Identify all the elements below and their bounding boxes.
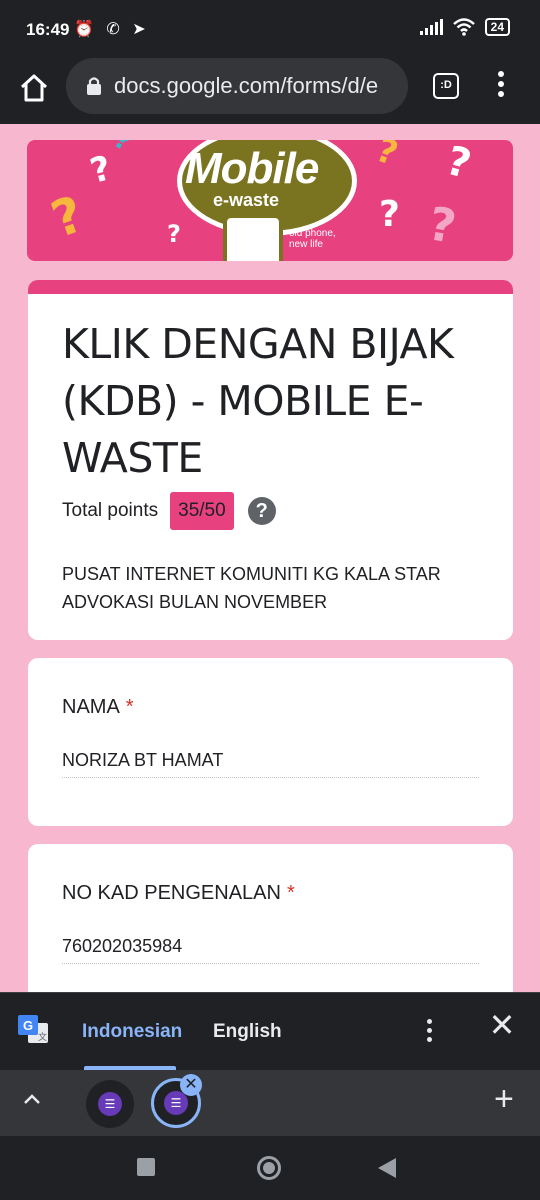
question-mark-decoration: ?: [424, 196, 461, 254]
more-vert-icon[interactable]: [423, 1019, 435, 1047]
description-line: PUSAT INTERNET KOMUNITI KG KALA STAR: [62, 564, 441, 584]
home-nav-icon[interactable]: [257, 1156, 281, 1180]
required-mark: *: [286, 882, 295, 904]
question-label: NAMA *: [62, 696, 134, 719]
form-header-banner: ? ? ? ? ? ? ? ? Mobile e-waste old phone…: [27, 140, 513, 261]
language-tab-target[interactable]: English: [213, 1021, 282, 1043]
question-label: NO KAD PENGENALAN *: [62, 882, 295, 905]
tab-close-icon[interactable]: ✕: [180, 1074, 202, 1096]
answer-field: 760202035984: [62, 936, 479, 964]
help-icon[interactable]: ?: [247, 497, 276, 525]
question-mark-decoration: ?: [370, 140, 403, 175]
points-badge: 35/50: [170, 492, 234, 530]
google-translate-icon: G 文: [18, 1015, 48, 1043]
form-description: PUSAT INTERNET KOMUNITI KG KALA STAR ADV…: [62, 560, 482, 616]
close-icon[interactable]: ✕: [488, 1009, 516, 1041]
back-icon[interactable]: [378, 1158, 396, 1178]
question-card-nama: NAMA * NORIZA BT HAMAT: [28, 658, 513, 826]
svg-text:文: 文: [38, 1031, 47, 1042]
language-tab-source[interactable]: Indonesian: [82, 1021, 182, 1043]
description-line: ADVOKASI BULAN NOVEMBER: [62, 592, 328, 612]
status-bar: 16:49 ⏰ ✆ ➤ 24: [0, 0, 540, 58]
total-points-row: Total points 35/50 ?: [62, 492, 276, 530]
svg-text:G: G: [23, 1018, 33, 1033]
new-tab-button[interactable]: +: [494, 1082, 514, 1116]
translate-bar: G 文 Indonesian English ✕: [0, 992, 540, 1070]
question-mark-decoration: ?: [441, 140, 476, 189]
points-label: Total points: [62, 500, 159, 521]
question-mark-decoration: ?: [379, 194, 400, 235]
signal-icon: [419, 19, 443, 35]
home-icon[interactable]: [18, 72, 50, 104]
system-navigation-bar: [0, 1136, 540, 1200]
question-mark-decoration: ?: [86, 148, 116, 192]
notification-icons: ⏰ ✆ ➤: [74, 21, 150, 38]
battery-icon: 24: [484, 18, 510, 36]
form-title: KLIK DENGAN BIJAK (KDB) - MOBILE E-WASTE: [62, 320, 454, 482]
question-text: NAMA: [62, 696, 120, 718]
wifi-icon: [452, 18, 475, 36]
question-mark-decoration: ?: [167, 220, 181, 248]
logo-subtext: e-waste: [213, 190, 280, 210]
more-vert-icon[interactable]: [494, 71, 508, 101]
forms-icon: ☰: [98, 1092, 122, 1116]
url-bar[interactable]: docs.google.com/forms/d/e: [66, 58, 408, 114]
question-text: NO KAD PENGENALAN: [62, 882, 281, 904]
question-card-ic: NO KAD PENGENALAN * 760202035984: [28, 844, 513, 992]
form-title-card: KLIK DENGAN BIJAK (KDB) - MOBILE E-WASTE…: [28, 280, 513, 640]
url-text[interactable]: docs.google.com/forms/d/e: [114, 73, 400, 99]
answer-field: NORIZA BT HAMAT: [62, 750, 479, 778]
banner-tagline: old phone, new life: [289, 228, 336, 250]
tab-thumbnail[interactable]: ☰: [86, 1080, 134, 1128]
chevron-up-icon[interactable]: [20, 1088, 44, 1112]
form-page: ? ? ? ? ? ? ? ? Mobile e-waste old phone…: [0, 124, 540, 992]
logo-text: Mobile: [185, 144, 319, 193]
required-mark: *: [125, 696, 134, 718]
phone-icon: [223, 214, 283, 261]
tab-switcher-button[interactable]: :D: [433, 73, 459, 99]
browser-toolbar: docs.google.com/forms/d/e :D: [0, 58, 540, 124]
status-time: 16:49: [26, 20, 70, 39]
question-mark-decoration: ?: [43, 184, 92, 250]
lock-icon[interactable]: [86, 76, 102, 96]
recents-icon[interactable]: [137, 1158, 155, 1176]
forms-icon: ☰: [164, 1091, 188, 1115]
question-mark-decoration: ?: [108, 140, 137, 158]
tab-strip: ☰ ☰ ✕ +: [0, 1070, 540, 1136]
